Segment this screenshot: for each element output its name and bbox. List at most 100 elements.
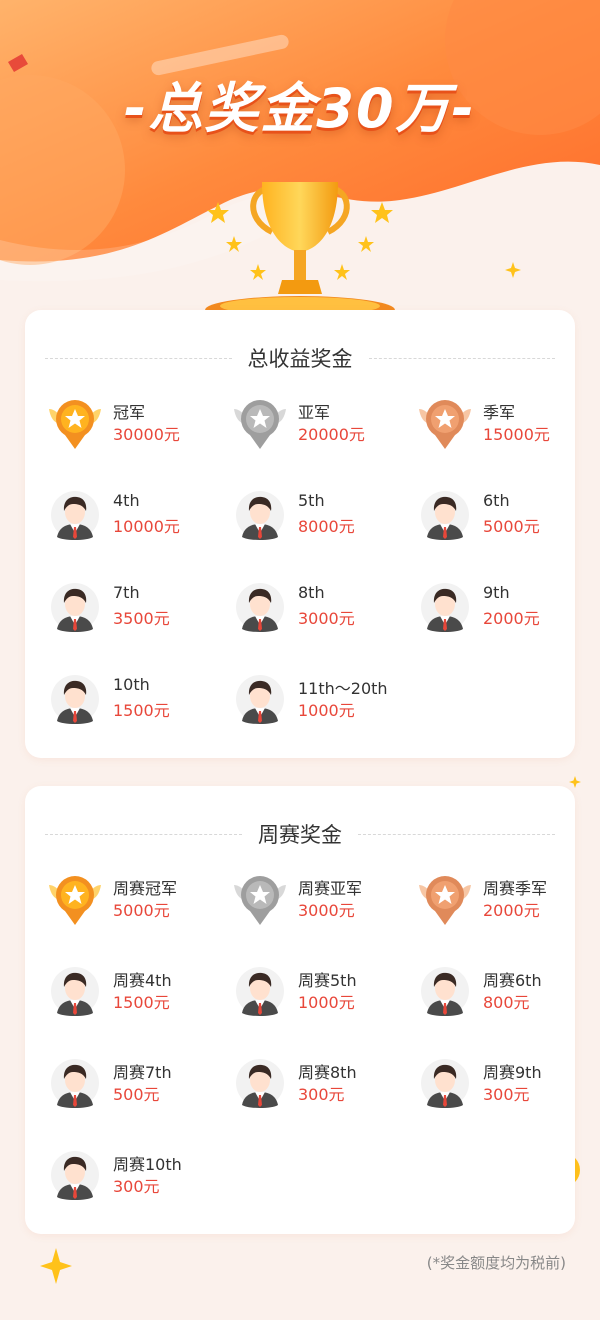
prize-rank: 周赛10th <box>113 1155 182 1174</box>
section-header: 总收益奖金 <box>45 343 555 373</box>
prize-amount: 10000元 <box>113 517 180 536</box>
prize-amount: 1000元 <box>298 993 355 1012</box>
prize-amount: 300元 <box>113 1177 160 1196</box>
prize-amount: 8000元 <box>298 517 355 536</box>
prize-rank: 季军 <box>483 403 516 422</box>
prize-item: 周赛10th 300元 <box>45 1147 225 1203</box>
avatar-icon <box>415 963 475 1019</box>
divider <box>358 833 555 835</box>
section-title: 周赛奖金 <box>258 823 342 847</box>
prize-item: 周赛亚军 3000元 <box>230 871 410 927</box>
prize-item: 8th 3000元 <box>230 579 410 635</box>
prize-item: 5th 8000元 <box>230 487 410 543</box>
avatar-icon <box>45 671 105 727</box>
prize-item: 周赛4th 1500元 <box>45 963 225 1019</box>
avatar-icon <box>45 579 105 635</box>
prize-rank: 周赛冠军 <box>113 879 178 898</box>
prize-item: 周赛季军 2000元 <box>415 871 595 927</box>
gold-medal-icon <box>45 871 105 927</box>
prize-amount: 500元 <box>113 1085 160 1104</box>
prize-rank: 11th～20th <box>298 679 388 698</box>
prize-rank: 5th <box>298 491 325 510</box>
avatar-icon <box>415 579 475 635</box>
avatar-icon <box>415 487 475 543</box>
prize-amount: 5000元 <box>483 517 540 536</box>
avatar-icon <box>230 963 290 1019</box>
avatar-icon <box>45 1055 105 1111</box>
prize-item: 周赛6th 800元 <box>415 963 595 1019</box>
sparkle-icon <box>40 1248 72 1284</box>
avatar-icon <box>230 579 290 635</box>
prize-amount: 1500元 <box>113 701 170 720</box>
silver-medal-icon <box>230 395 290 451</box>
prize-rank: 亚军 <box>298 403 331 422</box>
prize-amount: 1500元 <box>113 993 170 1012</box>
prize-amount: 30000元 <box>113 425 180 444</box>
divider <box>45 357 232 359</box>
avatar-icon <box>230 1055 290 1111</box>
prize-rank: 周赛8th <box>298 1063 357 1082</box>
prize-amount: 1000元 <box>298 701 355 720</box>
divider <box>45 833 242 835</box>
silver-medal-icon <box>230 871 290 927</box>
avatar-icon <box>45 487 105 543</box>
prize-rank: 冠军 <box>113 403 146 422</box>
prize-amount: 2000元 <box>483 609 540 628</box>
prize-amount: 15000元 <box>483 425 550 444</box>
weekly-prize-card: 周赛奖金 周赛冠军 5000元 周赛亚军 3000元 周赛季军 2000元周赛4th 150… <box>25 786 575 1234</box>
prize-rank: 周赛季军 <box>483 879 548 898</box>
prize-item: 冠军 30000元 <box>45 395 225 451</box>
prize-amount: 2000元 <box>483 901 540 920</box>
sparkle-icon <box>569 776 581 788</box>
prize-amount: 3000元 <box>298 901 355 920</box>
prize-item: 周赛7th 500元 <box>45 1055 225 1111</box>
bronze-medal-icon <box>415 395 475 451</box>
prize-item: 周赛8th 300元 <box>230 1055 410 1111</box>
prize-item: 7th 3500元 <box>45 579 225 635</box>
prize-amount: 20000元 <box>298 425 365 444</box>
prize-amount: 3000元 <box>298 609 355 628</box>
page-title: -总奖金30万- <box>124 77 476 140</box>
prize-amount: 3500元 <box>113 609 170 628</box>
prize-rank: 4th <box>113 491 140 510</box>
avatar-icon <box>45 1147 105 1203</box>
prize-rank: 周赛9th <box>483 1063 542 1082</box>
prize-rank: 周赛5th <box>298 971 357 990</box>
prize-rank: 6th <box>483 491 510 510</box>
prize-item: 季军 15000元 <box>415 395 595 451</box>
prize-rank: 7th <box>113 583 140 602</box>
prize-rank: 9th <box>483 583 510 602</box>
footnote: (*奖金额度均为税前) <box>426 1254 566 1272</box>
prize-item: 周赛冠军 5000元 <box>45 871 225 927</box>
prize-item: 周赛5th 1000元 <box>230 963 410 1019</box>
section-title: 总收益奖金 <box>247 347 353 371</box>
trophy-icon <box>200 170 400 324</box>
prize-rank: 10th <box>113 675 150 694</box>
avatar-icon <box>415 1055 475 1111</box>
divider <box>368 357 555 359</box>
prize-item: 亚军 20000元 <box>230 395 410 451</box>
prize-rank: 周赛亚军 <box>298 879 363 898</box>
prize-item: 6th 5000元 <box>415 487 595 543</box>
prize-item: 4th 10000元 <box>45 487 225 543</box>
bronze-medal-icon <box>415 871 475 927</box>
prize-rank: 周赛4th <box>113 971 172 990</box>
prize-item: 9th 2000元 <box>415 579 595 635</box>
prize-item: 周赛9th 300元 <box>415 1055 595 1111</box>
avatar-icon <box>45 963 105 1019</box>
prize-amount: 300元 <box>483 1085 530 1104</box>
gold-medal-icon <box>45 395 105 451</box>
prize-rank: 周赛6th <box>483 971 542 990</box>
total-prize-card: 总收益奖金 冠军 30000元 亚军 20000元 季军 15000元 4th 10000元 5… <box>25 310 575 758</box>
sparkle-icon <box>505 262 521 278</box>
prize-item: 11th～20th 1000元 <box>230 671 410 727</box>
prize-amount: 800元 <box>483 993 530 1012</box>
avatar-icon <box>230 671 290 727</box>
prize-amount: 300元 <box>298 1085 345 1104</box>
prize-item: 10th 1500元 <box>45 671 225 727</box>
prize-rank: 8th <box>298 583 325 602</box>
prize-amount: 5000元 <box>113 901 170 920</box>
prize-rank: 周赛7th <box>113 1063 172 1082</box>
avatar-icon <box>230 487 290 543</box>
section-header: 周赛奖金 <box>45 819 555 849</box>
